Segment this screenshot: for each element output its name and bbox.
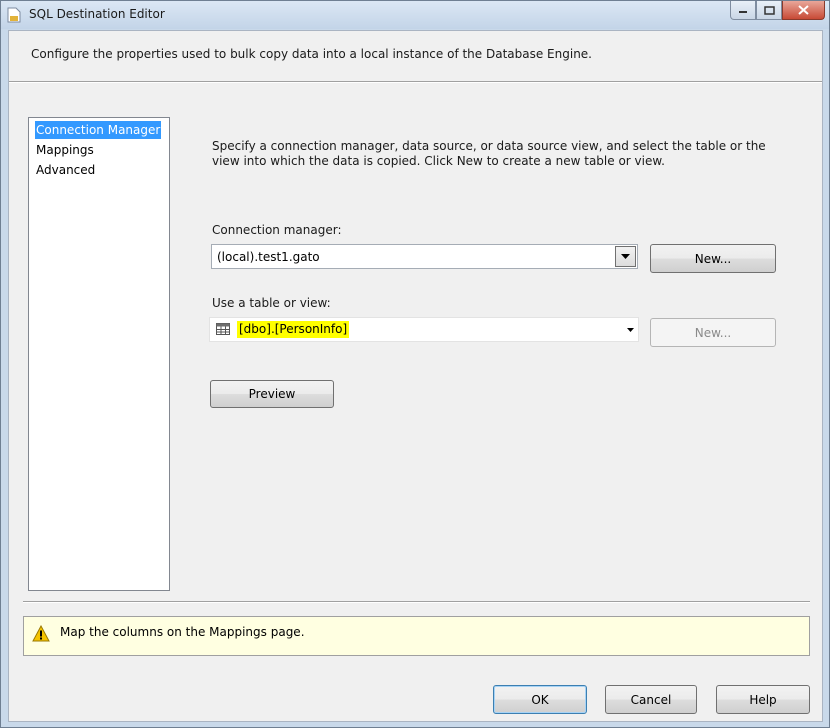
window-title: SQL Destination Editor <box>29 7 165 21</box>
dialog-window: SQL Destination Editor Configure the pro… <box>0 0 830 728</box>
instructions-text: Specify a connection manager, data sourc… <box>212 139 766 168</box>
header-divider <box>9 81 822 83</box>
title-bar[interactable]: SQL Destination Editor <box>1 1 829 29</box>
preview-button[interactable]: Preview <box>210 380 334 408</box>
table-or-view-select[interactable]: [dbo].[PersonInfo] <box>209 317 639 342</box>
dialog-description: Configure the properties used to bulk co… <box>31 47 592 61</box>
document-icon <box>7 7 21 23</box>
warning-icon <box>32 625 50 642</box>
connection-manager-dropdown-button[interactable] <box>615 246 636 267</box>
message-text: Map the columns on the Mappings page. <box>60 625 305 639</box>
page-navigation-list: Connection Manager Mappings Advanced <box>28 117 170 591</box>
table-or-view-label: Use a table or view: <box>212 296 331 310</box>
minimize-icon <box>739 11 747 13</box>
close-button[interactable] <box>782 1 825 20</box>
chevron-down-icon <box>621 254 630 259</box>
help-button[interactable]: Help <box>716 685 810 714</box>
new-table-button[interactable]: New... <box>650 318 776 347</box>
chevron-down-icon[interactable] <box>627 328 634 332</box>
ok-button[interactable]: OK <box>493 685 587 714</box>
nav-item-mappings[interactable]: Mappings <box>35 141 95 159</box>
maximize-icon <box>763 5 775 15</box>
nav-item-advanced[interactable]: Advanced <box>35 161 96 179</box>
new-connection-button[interactable]: New... <box>650 244 776 273</box>
message-bar: Map the columns on the Mappings page. <box>23 616 810 656</box>
footer-divider <box>23 601 810 603</box>
connection-manager-label: Connection manager: <box>212 223 342 237</box>
connection-manager-select[interactable]: (local).test1.gato <box>211 244 638 269</box>
minimize-button[interactable] <box>730 1 756 20</box>
dialog-client-area: Configure the properties used to bulk co… <box>8 30 823 722</box>
window-controls <box>730 1 825 21</box>
close-icon <box>798 5 809 15</box>
table-icon <box>216 323 230 335</box>
cancel-button[interactable]: Cancel <box>605 685 697 714</box>
nav-item-connection-manager[interactable]: Connection Manager <box>35 121 162 139</box>
table-or-view-value: [dbo].[PersonInfo] <box>237 321 350 338</box>
maximize-button[interactable] <box>756 1 782 20</box>
connection-manager-value: (local).test1.gato <box>217 250 320 264</box>
